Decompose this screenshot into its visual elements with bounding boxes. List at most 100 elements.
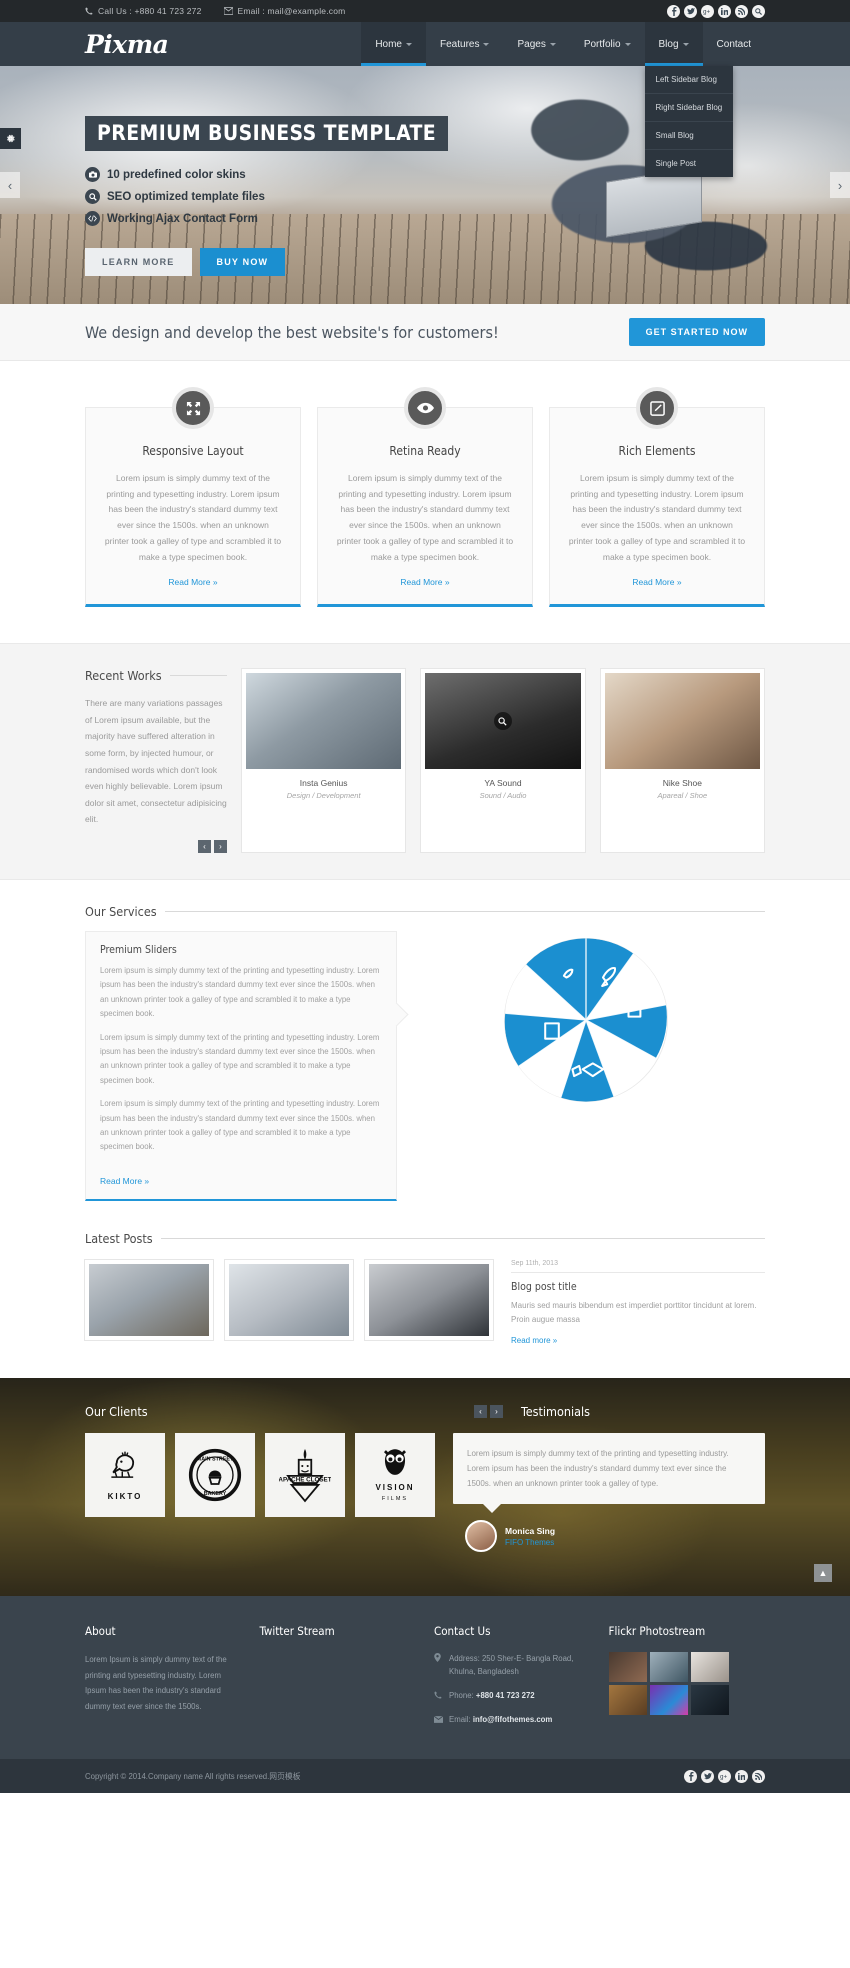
nav-link-features[interactable]: Features — [426, 22, 503, 66]
client-logo-apache-closet[interactable]: APACHE CLOSET — [265, 1432, 345, 1517]
dropdown-item-small-blog[interactable]: Small Blog — [644, 122, 733, 150]
flickr-thumbnail[interactable] — [608, 1652, 647, 1683]
linkedin-icon[interactable] — [735, 1769, 748, 1783]
rss-icon[interactable] — [735, 4, 748, 18]
footer-email-value[interactable]: info@fifothemes.com — [473, 1715, 553, 1724]
client-logo-vision-films[interactable]: VISION FILMS — [355, 1432, 435, 1517]
flickr-thumbnail[interactable] — [608, 1685, 647, 1716]
nav-link-contact[interactable]: Contact — [703, 22, 765, 66]
google-plus-icon[interactable]: g+ — [701, 4, 714, 18]
post-read-more-link[interactable]: Read more » — [511, 1336, 557, 1345]
buy-now-button[interactable]: BUY NOW — [199, 248, 286, 276]
nav-link-home[interactable]: Home — [361, 22, 426, 66]
works-next-button[interactable]: › — [214, 839, 227, 853]
work-card[interactable]: Nike Shoe Apareal / Shoe — [599, 668, 765, 853]
hero-prev-button[interactable]: ‹ — [0, 172, 20, 198]
section-title: Recent Works — [85, 668, 162, 684]
flickr-thumbnail[interactable] — [690, 1685, 729, 1716]
facebook-icon[interactable] — [684, 1769, 697, 1783]
nav-link-blog[interactable]: Blog — [644, 22, 703, 66]
footer-address: Address: 250 Sher-E- Bangla Road, Khulna… — [434, 1652, 591, 1679]
flickr-thumbnail[interactable] — [649, 1652, 688, 1683]
site-logo[interactable]: Pixma — [85, 22, 169, 66]
footer-title: Contact Us — [434, 1624, 491, 1639]
twitter-icon[interactable] — [684, 4, 697, 18]
feature-body: Lorem ipsum is simply dummy text of the … — [568, 473, 746, 562]
section-rule — [160, 1237, 765, 1239]
chevron-down-icon — [624, 42, 631, 46]
nav-item-pages[interactable]: Pages — [503, 22, 569, 66]
twitter-icon[interactable] — [701, 1769, 714, 1783]
nav-link-portfolio[interactable]: Portfolio — [570, 22, 645, 66]
clients-prev-button[interactable]: ‹ — [474, 1404, 487, 1418]
feature-card-responsive-layout: Responsive Layout Lorem ipsum is simply … — [85, 387, 301, 608]
footer-social-list: g+ — [684, 1769, 765, 1783]
nav-label: Contact — [716, 38, 751, 50]
section-rule — [169, 675, 227, 677]
footer-col-flickr: Flickr Photostream — [608, 1624, 766, 1737]
post-thumbnail[interactable] — [364, 1258, 494, 1341]
nav-link-pages[interactable]: Pages — [503, 22, 569, 66]
work-thumbnail — [604, 673, 760, 770]
facebook-icon[interactable] — [667, 4, 680, 18]
nav-item-portfolio[interactable]: Portfolio — [570, 22, 645, 66]
service-paragraph: Lorem ipsum is simply dummy text of the … — [100, 965, 380, 1019]
nav-item-home[interactable]: Home — [361, 22, 426, 66]
section-title: Our Services — [85, 903, 157, 919]
flickr-thumbnail[interactable] — [690, 1652, 729, 1683]
client-logo-main-street-bakery[interactable]: MAIN STREET BAKERY — [175, 1432, 255, 1517]
client-logo-label: VISION — [375, 1483, 415, 1493]
clients-next-button[interactable]: › — [490, 1404, 503, 1418]
client-logo-label: KIKTO — [107, 1492, 143, 1502]
feature-read-more-link[interactable]: Read More » — [400, 577, 449, 587]
work-thumbnail — [246, 673, 402, 770]
theme-settings-button[interactable] — [0, 128, 21, 149]
rss-icon[interactable] — [752, 1769, 765, 1783]
nav-item-blog[interactable]: Blog Left Sidebar Blog Right Sidebar Blo… — [644, 22, 733, 177]
footer-title: Twitter Stream — [259, 1624, 335, 1639]
services-pie-wheel[interactable] — [501, 935, 671, 1105]
learn-more-button[interactable]: LEARN MORE — [85, 248, 192, 276]
search-icon[interactable] — [752, 4, 765, 18]
svg-text:g+: g+ — [720, 1773, 727, 1779]
feature-read-more-link[interactable]: Read More » — [168, 577, 217, 587]
code-icon — [85, 211, 100, 226]
post-thumbnail[interactable] — [224, 1258, 354, 1341]
service-read-more-link[interactable]: Read More » — [100, 1176, 149, 1186]
linkedin-icon[interactable] — [718, 4, 731, 18]
zoom-icon[interactable] — [493, 712, 512, 731]
post-thumbnail[interactable] — [84, 1258, 214, 1341]
feature-title: Retina Ready — [389, 444, 461, 458]
google-plus-icon[interactable]: g+ — [718, 1769, 731, 1783]
main-navbar: Pixma Home Features Pages Portfolio Blog… — [0, 22, 850, 177]
service-detail-box: Premium Sliders Lorem ipsum is simply du… — [85, 930, 397, 1201]
client-logo-kikto[interactable]: KIKTO — [85, 1432, 165, 1517]
recent-works-grid: Insta Genius Design / Development YA Sou… — [241, 668, 765, 853]
work-card[interactable]: Insta Genius Design / Development — [241, 668, 407, 853]
footer-col-twitter: Twitter Stream — [260, 1624, 417, 1737]
work-name: Nike Shoe — [662, 778, 702, 789]
dropdown-item-single-post[interactable]: Single Post — [645, 150, 733, 177]
hero-next-button[interactable]: › — [830, 172, 850, 198]
footer-col-contact: Contact Us Address: 250 Sher-E- Bangla R… — [433, 1624, 591, 1737]
dropdown-item-right-sidebar-blog[interactable]: Right Sidebar Blog — [644, 94, 733, 122]
nav-label: Home — [375, 38, 402, 50]
dropdown-item-left-sidebar-blog[interactable]: Left Sidebar Blog — [644, 66, 733, 94]
flickr-thumbnail[interactable] — [649, 1685, 688, 1716]
bird-icon — [111, 1451, 135, 1478]
scroll-to-top-button[interactable]: ▲ — [814, 1564, 832, 1583]
nav-item-features[interactable]: Features — [426, 22, 503, 66]
feature-read-more-link[interactable]: Read More » — [632, 577, 681, 587]
testimonial-author-name: Monica Sing — [505, 1525, 556, 1536]
footer-phone: Phone: +880 41 723 272 — [434, 1689, 591, 1703]
work-name: Insta Genius — [299, 778, 348, 789]
phone-icon — [85, 7, 93, 15]
work-card[interactable]: YA Sound Sound / Audio — [420, 668, 586, 853]
get-started-button[interactable]: GET STARTED NOW — [628, 318, 765, 346]
top-bar: Call Us : +880 41 723 272 Email : mail@e… — [0, 0, 850, 22]
envelope-icon — [223, 7, 233, 15]
flickr-photo-grid — [608, 1652, 766, 1716]
nav-item-contact[interactable]: Contact — [703, 22, 765, 66]
feature-title: Responsive Layout — [142, 444, 244, 458]
works-prev-button[interactable]: ‹ — [198, 839, 211, 853]
